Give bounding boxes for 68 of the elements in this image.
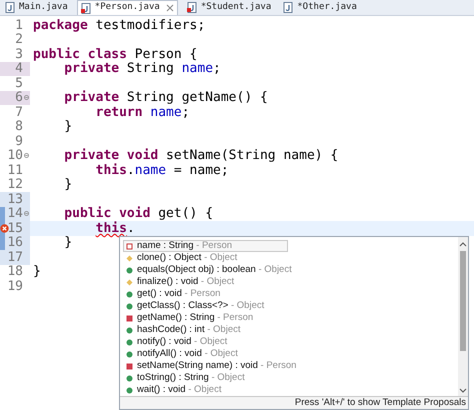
scroll-down-icon[interactable]: [459, 388, 467, 394]
line-number: 14: [7, 207, 23, 220]
proposal-item[interactable]: notify() : void - Object: [123, 336, 288, 348]
proposal-item[interactable]: setName(String name) : void - Person: [123, 360, 300, 372]
code-line: this.: [94, 222, 135, 235]
proposal-item[interactable]: wait() : void - Object: [123, 384, 288, 396]
proposal-item[interactable]: equals(Object obj) : boolean - Object: [123, 264, 295, 276]
code-line: private String name;: [63, 62, 221, 76]
line-number: 9: [15, 134, 23, 148]
code-line: public void get() {: [63, 207, 214, 220]
proposal-item[interactable]: notifyAll() : void - Object: [123, 348, 288, 360]
fold-icon[interactable]: [24, 211, 29, 216]
scrollbar[interactable]: [458, 237, 468, 396]
line-number: 17: [7, 250, 23, 264]
code-line: }: [63, 236, 72, 250]
fold-icon[interactable]: [24, 95, 29, 100]
line-number: 19: [7, 280, 23, 293]
fold-icon[interactable]: [24, 153, 29, 158]
scrollbar-thumb[interactable]: [460, 251, 466, 351]
proposal-item[interactable]: get() : void - Person: [123, 288, 288, 300]
private-method-icon: [126, 362, 133, 370]
line-number: 6: [15, 91, 23, 104]
code-line: return name;: [94, 106, 190, 119]
proposal-item[interactable]: toString() : String - Object: [123, 372, 288, 384]
protected-method-icon: [126, 278, 133, 286]
editor-tab[interactable]: *Person.java: [76, 0, 178, 15]
java-file-icon: [283, 2, 294, 13]
editor-tab[interactable]: Main.java: [2, 0, 71, 15]
code-line: }: [63, 178, 72, 192]
code-line: this.name = name;: [94, 164, 229, 177]
proposal-item[interactable]: getName() : String - Person: [123, 312, 288, 324]
line-number: 11: [7, 164, 23, 177]
line-number: 18: [7, 265, 23, 278]
line-number: 12: [7, 178, 23, 192]
line-number: 8: [15, 120, 23, 134]
java-file-icon: [80, 2, 92, 14]
public-method-icon: [126, 266, 133, 274]
proposal-item[interactable]: getClass() : Class<?> - Object: [123, 300, 288, 312]
line-number: 4: [15, 62, 23, 76]
close-icon[interactable]: [166, 4, 174, 12]
line-number: 3: [15, 48, 23, 61]
proposal-item[interactable]: finalize() : void - Object: [123, 276, 288, 288]
line-number: 15: [7, 222, 23, 235]
proposal-item[interactable]: hashCode() : int - Object: [123, 324, 288, 336]
code-line: private String getName() {: [63, 91, 268, 104]
code-line: }: [63, 120, 72, 134]
line-number: 7: [15, 106, 23, 119]
java-file-icon: [5, 2, 16, 13]
proposal-item[interactable]: clone() : Object - Object: [123, 252, 288, 264]
line-number: 1: [15, 18, 23, 32]
protected-method-icon: [126, 254, 133, 262]
line-number: 5: [15, 76, 23, 90]
private-method-icon: [126, 314, 133, 322]
editor-tab[interactable]: *Student.java: [184, 0, 274, 15]
code-line: }: [32, 265, 41, 278]
code-line: private void setName(String name) {: [63, 149, 338, 162]
line-number: 10: [7, 149, 23, 162]
line-number: 16: [7, 236, 23, 250]
line-number: 2: [15, 33, 23, 46]
scroll-up-icon[interactable]: [459, 241, 467, 247]
private-field-icon: [126, 242, 133, 250]
java-file-icon: [186, 2, 198, 13]
proposal-item[interactable]: name : String - Person: [123, 240, 288, 252]
code-line: public class Person {: [32, 48, 198, 61]
status-hint: Press 'Alt+/' to show Template Proposals: [294, 396, 466, 410]
code-line: package testmodifiers;: [32, 18, 206, 32]
editor-tab[interactable]: *Other.java: [280, 0, 360, 15]
line-number: 13: [7, 192, 23, 206]
